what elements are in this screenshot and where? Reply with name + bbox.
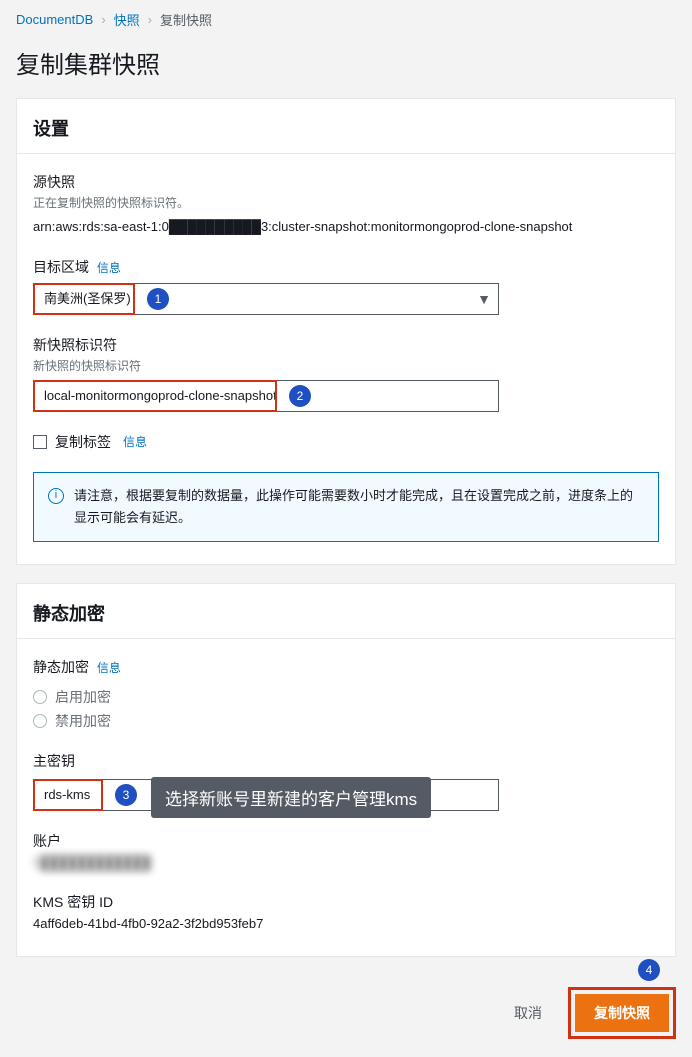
source-snapshot-label: 源快照: [33, 172, 659, 192]
master-key-field: 主密钥 rds-kms 3 选择新账号里新建的客户管理kms: [33, 751, 659, 811]
radio-disable-label: 禁用加密: [55, 711, 111, 731]
source-snapshot-arn: arn:aws:rds:sa-east-1:0██████████3:clust…: [33, 217, 659, 237]
master-key-label: 主密钥: [33, 751, 659, 771]
encryption-enable-row[interactable]: 启用加密: [33, 687, 659, 707]
encryption-panel-title: 静态加密: [17, 584, 675, 639]
footer-actions: 取消 4 复制快照: [0, 975, 692, 1057]
kms-id-field: KMS 密钥 ID 4aff6deb-41bd-4fb0-92a2-3f2bd9…: [33, 892, 659, 934]
chevron-icon: ›: [101, 12, 105, 27]
settings-panel: 设置 源快照 正在复制快照的快照标识符。 arn:aws:rds:sa-east…: [16, 98, 676, 565]
encryption-disable-row[interactable]: 禁用加密: [33, 711, 659, 731]
info-alert-text: 请注意，根据要复制的数据量，此操作可能需要数小时才能完成，且在设置完成之前，进度…: [74, 485, 644, 529]
callout-badge-4: 4: [638, 959, 660, 981]
copy-tags-field: 复制标签 信息: [33, 432, 659, 452]
new-snapshot-field: 新快照标识符 新快照的快照标识符 2: [33, 335, 659, 412]
chevron-icon: ›: [148, 12, 152, 27]
copy-tags-info-link[interactable]: 信息: [123, 433, 147, 450]
account-label: 账户: [33, 831, 659, 851]
encryption-field: 静态加密 信息 启用加密 禁用加密: [33, 657, 659, 731]
settings-panel-title: 设置: [17, 99, 675, 154]
encryption-label: 静态加密: [33, 659, 89, 675]
new-snapshot-label: 新快照标识符: [33, 335, 659, 355]
annotation-highlight-4: 复制快照: [568, 987, 676, 1039]
page-title: 复制集群快照: [0, 39, 692, 98]
target-region-select[interactable]: 南美洲(圣保罗): [33, 283, 499, 315]
copy-snapshot-button[interactable]: 复制快照: [575, 994, 669, 1032]
kms-id-value: 4aff6deb-41bd-4fb0-92a2-3f2bd953feb7: [33, 914, 659, 934]
account-value: 5████████████: [33, 853, 659, 873]
cancel-button[interactable]: 取消: [500, 995, 556, 1031]
breadcrumb-root[interactable]: DocumentDB: [16, 12, 93, 27]
kms-id-label: KMS 密钥 ID: [33, 892, 659, 912]
breadcrumb-snapshots[interactable]: 快照: [114, 10, 140, 29]
target-region-info-link[interactable]: 信息: [97, 261, 121, 275]
new-snapshot-desc: 新快照的快照标识符: [33, 357, 659, 374]
radio-disable[interactable]: [33, 714, 47, 728]
callout-badge-1: 1: [147, 288, 169, 310]
source-snapshot-desc: 正在复制快照的快照标识符。: [33, 194, 659, 211]
copy-tags-label: 复制标签: [55, 432, 111, 452]
account-field: 账户 5████████████: [33, 831, 659, 873]
info-icon: i: [48, 488, 64, 504]
breadcrumb: DocumentDB › 快照 › 复制快照: [0, 0, 692, 39]
radio-enable[interactable]: [33, 690, 47, 704]
callout-badge-2: 2: [289, 385, 311, 407]
target-region-field: 目标区域 信息 南美洲(圣保罗) ▼ 1: [33, 257, 659, 315]
callout-badge-3: 3: [115, 784, 137, 806]
master-key-tooltip: 选择新账号里新建的客户管理kms: [151, 777, 431, 818]
info-alert: i 请注意，根据要复制的数据量，此操作可能需要数小时才能完成，且在设置完成之前，…: [33, 472, 659, 542]
radio-enable-label: 启用加密: [55, 687, 111, 707]
source-snapshot-field: 源快照 正在复制快照的快照标识符。 arn:aws:rds:sa-east-1:…: [33, 172, 659, 237]
copy-tags-checkbox[interactable]: [33, 435, 47, 449]
new-snapshot-input[interactable]: [33, 380, 499, 412]
target-region-label: 目标区域: [33, 259, 89, 275]
encryption-info-link[interactable]: 信息: [97, 661, 121, 675]
breadcrumb-current: 复制快照: [160, 10, 212, 29]
encryption-panel: 静态加密 静态加密 信息 启用加密 禁用加密 主密钥 rds-kms: [16, 583, 676, 957]
